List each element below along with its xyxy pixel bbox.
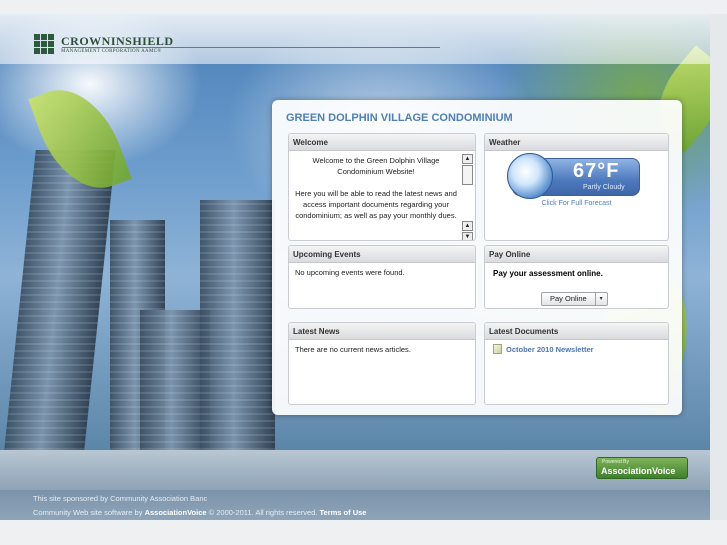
skyscraper-graphic: [200, 200, 275, 450]
chevron-down-icon[interactable]: ▾: [596, 293, 607, 305]
footer-software-brand-link[interactable]: AssociationVoice: [145, 508, 207, 517]
welcome-paragraph: Here you will be able to read the latest…: [295, 189, 457, 220]
events-empty-text: No upcoming events were found.: [295, 268, 405, 277]
scroll-up-icon[interactable]: ▲: [462, 221, 473, 231]
footer-copyright: Community Web site software by Associati…: [33, 508, 366, 517]
welcome-panel: Welcome Welcome to the Green Dolphin Vil…: [288, 133, 476, 241]
footer-sponsor-text: This site sponsored by Community Associa…: [33, 494, 208, 503]
document-icon: [493, 344, 502, 354]
pay-online-panel-title: Pay Online: [485, 246, 668, 263]
welcome-scrollbar[interactable]: ▲: [462, 154, 473, 224]
news-panel: Latest News There are no current news ar…: [288, 322, 476, 405]
logo-grid-icon: [34, 34, 56, 54]
powered-by-brand: AssociationVoice: [601, 466, 676, 476]
scroll-thumb[interactable]: [462, 165, 473, 185]
site-title: GREEN DOLPHIN VILLAGE CONDOMINIUM: [286, 112, 513, 124]
terms-of-use-link[interactable]: Terms of Use: [320, 508, 367, 517]
footer-software-prefix: Community Web site software by: [33, 508, 143, 517]
company-logo[interactable]: CROWNINSHIELD MANAGEMENT CORPORATION AAM…: [34, 34, 174, 54]
welcome-scrollbar-bottom[interactable]: ▲ ▼: [462, 221, 473, 240]
news-panel-title: Latest News: [289, 323, 475, 340]
pay-online-panel: Pay Online Pay your assessment online. P…: [484, 245, 669, 309]
portal-container: GREEN DOLPHIN VILLAGE CONDOMINIUM Welcom…: [272, 100, 682, 415]
footer: This site sponsored by Community Associa…: [0, 490, 710, 520]
pay-online-button[interactable]: Pay Online ▾: [541, 292, 608, 306]
welcome-panel-title: Welcome: [289, 134, 475, 151]
pay-online-text: Pay your assessment online.: [493, 269, 603, 278]
powered-by-label: Powered By: [602, 459, 629, 465]
pay-online-button-label[interactable]: Pay Online: [542, 293, 596, 305]
page-edge: [710, 14, 727, 520]
list-item[interactable]: October 2010 Newsletter: [485, 340, 668, 358]
documents-panel-title: Latest Documents: [485, 323, 668, 340]
skyscraper-graphic: [4, 150, 116, 450]
news-empty-text: There are no current news articles.: [295, 345, 411, 354]
scroll-up-icon[interactable]: ▲: [462, 154, 473, 164]
document-link[interactable]: October 2010 Newsletter: [506, 345, 594, 354]
weather-panel: Weather 67°F Partly Cloudy Click For Ful…: [484, 133, 669, 241]
page-stage: CROWNINSHIELD MANAGEMENT CORPORATION AAM…: [0, 0, 727, 520]
welcome-paragraph: Welcome to the Green Dolphin Village Con…: [312, 156, 440, 176]
header-divider: [62, 47, 440, 48]
powered-by-badge[interactable]: Powered By AssociationVoice: [596, 457, 688, 479]
weather-widget[interactable]: 67°F Partly Cloudy: [507, 153, 640, 199]
scroll-down-icon[interactable]: ▼: [462, 232, 473, 240]
weather-condition: Partly Cloudy: [583, 184, 625, 191]
events-panel: Upcoming Events No upcoming events were …: [288, 245, 476, 309]
welcome-content[interactable]: Welcome to the Green Dolphin Village Con…: [289, 151, 475, 240]
logo-subtitle: MANAGEMENT CORPORATION AAMC®: [61, 49, 162, 54]
full-forecast-link[interactable]: Click For Full Forecast: [485, 200, 668, 207]
weather-temperature: 67°F: [573, 160, 620, 182]
partly-cloudy-icon: [507, 153, 553, 199]
documents-panel: Latest Documents October 2010 Newsletter: [484, 322, 669, 405]
footer-software-suffix: © 2000-2011. All rights reserved.: [208, 508, 318, 517]
events-panel-title: Upcoming Events: [289, 246, 475, 263]
weather-panel-title: Weather: [485, 134, 668, 151]
